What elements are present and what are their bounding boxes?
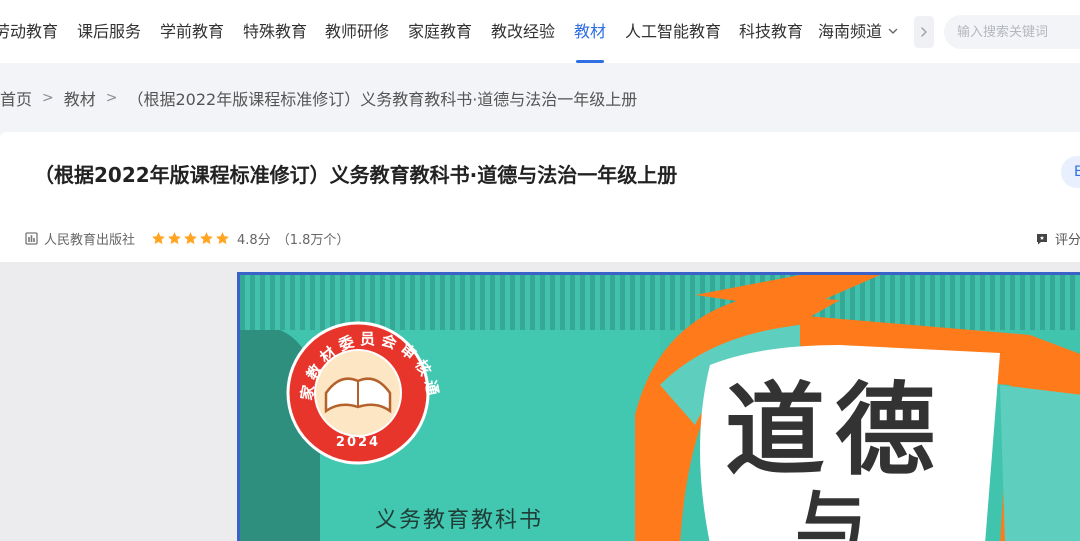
nav-item-ai-education[interactable]: 人工智能教育: [625, 22, 721, 42]
nav-item-labor-education[interactable]: 劳动教育: [0, 22, 58, 42]
breadcrumb-home-link[interactable]: 首页: [0, 86, 32, 110]
publisher-name: 人民教育出版社: [44, 232, 136, 248]
book-title: （根据2022年版课程标准修订）义务教育教科书·道德与法治一年级上册: [34, 163, 678, 187]
star-icon: [184, 231, 197, 244]
chevron-down-icon[interactable]: [886, 24, 900, 38]
top-navigation-bar: 劳动教育 课后服务 学前教育 特殊教育 教师研修 家庭教育 教改经验 教材 人工…: [0, 0, 1080, 63]
star-icon: [216, 231, 229, 244]
chevron-right-icon: [921, 27, 927, 37]
nav-item-preschool-education[interactable]: 学前教育: [160, 22, 224, 42]
star-icon: [152, 231, 165, 244]
nav-item-hainan-channel[interactable]: 海南频道: [818, 22, 882, 42]
rating-stars: [151, 231, 231, 246]
star-icon: [168, 231, 181, 244]
rating-count: （1.8万个）: [276, 232, 350, 248]
cover-series-label: 义务教育教科书: [375, 508, 543, 533]
book-cover-image: 道 德 与 国家教材委员会审核通过 2024 义务教育教科书: [237, 272, 1080, 541]
rating-score: 4.8分: [237, 232, 271, 248]
cover-title-char-1: 道: [725, 371, 825, 489]
nav-scroll-next-button[interactable]: [914, 16, 934, 48]
book-meta-row: 人民教育出版社 4.8分 （1.8万个）: [25, 229, 350, 248]
breadcrumb-category-link[interactable]: 教材: [64, 86, 96, 110]
breadcrumb-separator: >: [42, 90, 54, 106]
star-icon: [200, 231, 213, 244]
nav-item-technology-education[interactable]: 科技教育: [739, 22, 803, 42]
cover-title-char-3: 与: [795, 482, 867, 541]
rate-label: 评分: [1055, 233, 1080, 248]
breadcrumb-current: （根据2022年版课程标准修订）义务教育教科书·道德与法治一年级上册: [127, 90, 638, 109]
nav-item-special-education[interactable]: 特殊教育: [243, 22, 307, 42]
nav-item-teacher-training[interactable]: 教师研修: [325, 22, 389, 42]
comment-icon: [1037, 233, 1047, 244]
search-input[interactable]: [944, 15, 1080, 49]
active-tab-indicator: [576, 60, 604, 63]
svg-text:2024: 2024: [336, 435, 380, 450]
nav-item-reform-experience[interactable]: 教改经验: [491, 22, 555, 42]
breadcrumb-separator: >: [105, 90, 118, 106]
breadcrumb: 首页 > 教材 > （根据2022年版课程标准修订）义务教育教科书·道德与法治一…: [0, 87, 637, 109]
publisher-icon: [25, 231, 38, 245]
nav-item-family-education[interactable]: 家庭教育: [408, 22, 472, 42]
nav-item-after-school-service[interactable]: 课后服务: [77, 22, 141, 42]
nav-item-textbooks[interactable]: 教材: [574, 22, 606, 42]
cover-title-char-2: 德: [835, 371, 935, 489]
rate-button[interactable]: 评分: [1035, 229, 1080, 248]
